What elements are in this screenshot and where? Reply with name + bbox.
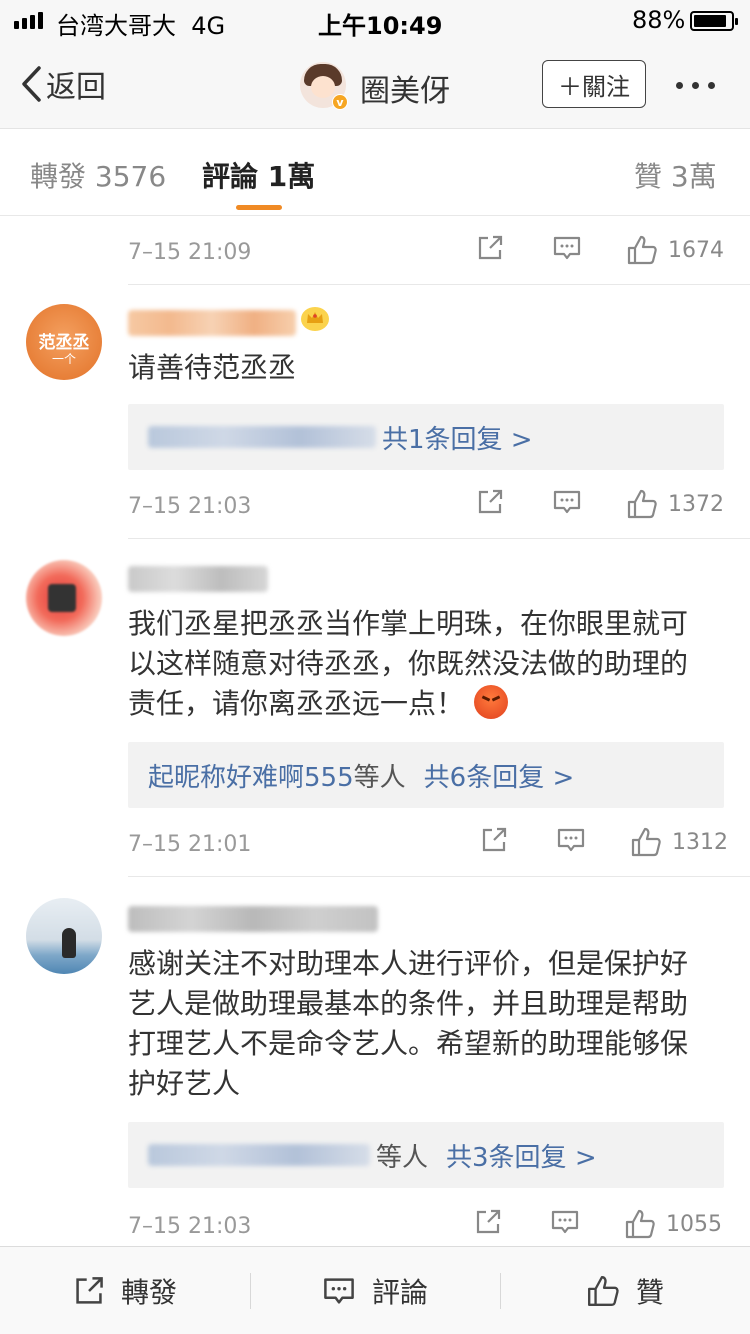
share-button[interactable] [474, 1208, 502, 1236]
nav-bar: 返回 v 圈美伢 ＋關注 [0, 40, 750, 128]
reply-preview[interactable]: 等人 共3条回复 > [128, 1122, 724, 1188]
like-count: 1055 [666, 1211, 722, 1237]
like-count: 1674 [668, 237, 724, 263]
verified-badge-icon: v [332, 94, 348, 110]
like-button[interactable]: 贊 [500, 1247, 750, 1334]
crown-icon [301, 307, 329, 331]
comment-list: 7–15 21:09 1674 范丞丞 一个 请善待范丞丞 共1条回复 > 7–… [0, 216, 750, 1246]
comment-button[interactable] [550, 1208, 580, 1236]
reply-preview[interactable]: 共1条回复 > [128, 404, 724, 470]
back-label: 返回 [46, 70, 106, 105]
divider [128, 876, 750, 877]
comment-meta: 7–15 21:03 1372 [128, 488, 728, 528]
reply-count[interactable]: 共6条回复 > [424, 757, 575, 794]
comment-button[interactable] [556, 826, 586, 854]
comment-text: 请善待范丞丞 [128, 351, 297, 384]
share-icon [482, 827, 507, 852]
status-time: 上午10:49 [318, 12, 443, 40]
comment-button[interactable]: 評論 [250, 1247, 500, 1334]
comment-date: 7–15 21:01 [128, 832, 252, 857]
carrier-label: 台湾大哥大 4G [56, 12, 226, 40]
avatar[interactable] [26, 898, 102, 974]
thumbs-up-icon [625, 1209, 655, 1239]
comment-button[interactable] [552, 234, 582, 262]
comment-date: 7–15 21:09 [128, 240, 252, 265]
share-button[interactable] [476, 234, 504, 262]
divider [128, 284, 750, 285]
comment-text: 感谢关注不对助理本人进行评价，但是保护好艺人是做助理最基本的条件，并且助理是帮助… [128, 947, 689, 1100]
reply-usernames [148, 1144, 370, 1166]
comment-icon [551, 1210, 579, 1234]
back-button[interactable]: 返回 [20, 62, 106, 106]
reply-count[interactable]: 共3条回复 > [446, 1137, 597, 1174]
thumbs-up-icon [627, 489, 657, 519]
like-count: 1312 [672, 829, 728, 855]
share-icon [476, 1209, 501, 1234]
network-label: 4G [191, 12, 226, 40]
like-label: 贊 [635, 1276, 664, 1309]
share-icon [478, 489, 503, 514]
divider [128, 538, 750, 539]
tab-indicator [236, 205, 282, 210]
reply-username[interactable]: 起昵称好难啊555等人 [148, 757, 406, 794]
tab-comments[interactable]: 評論 1萬 [202, 155, 315, 195]
like-button[interactable]: 1055 [624, 1208, 722, 1240]
comment-icon [557, 828, 585, 852]
share-button[interactable] [476, 488, 504, 516]
thumbs-up-icon [588, 1276, 619, 1306]
avatar[interactable]: 范丞丞 一个 [26, 304, 102, 380]
comment-meta: 7–15 21:03 1055 [128, 1208, 728, 1246]
signal-icon [14, 12, 43, 29]
chevron-left-icon [22, 66, 41, 102]
comment-icon [324, 1278, 354, 1304]
reply-preview[interactable]: 起昵称好难啊555等人 共6条回复 > [128, 742, 724, 808]
comment-meta: 7–15 21:09 1674 [128, 234, 728, 274]
comment-date: 7–15 21:03 [128, 494, 252, 519]
status-bar: 台湾大哥大 4G 上午10:49 88% [0, 0, 750, 40]
comment-icon [553, 490, 581, 514]
avatar[interactable] [26, 560, 102, 636]
angry-emoji-icon [474, 685, 509, 719]
more-icon[interactable] [676, 82, 715, 89]
repost-button[interactable]: 轉發 [0, 1247, 250, 1334]
comment-icon [553, 236, 581, 260]
thumbs-up-icon [631, 827, 661, 857]
like-button[interactable]: 1372 [626, 488, 724, 520]
username[interactable] [128, 906, 378, 932]
reply-suffix: 等人 [376, 1142, 429, 1173]
tab-likes[interactable]: 贊 3萬 [634, 155, 717, 195]
share-icon [76, 1277, 103, 1304]
reply-count[interactable]: 共1条回复 > [382, 419, 533, 456]
follow-button[interactable]: ＋關注 [542, 60, 646, 108]
thumbs-up-icon [627, 235, 657, 265]
page-title[interactable]: 圈美伢 [360, 66, 450, 110]
battery-icon [690, 11, 738, 31]
comment-text: 我们丞星把丞丞当作掌上明珠，在你眼里就可以这样随意对待丞丞，你既然没法做的助理的… [128, 607, 689, 720]
tab-repost[interactable]: 轉發 3576 [30, 155, 166, 195]
tab-bar: 轉發 3576 評論 1萬 贊 3萬 [0, 128, 750, 216]
comment-button[interactable] [552, 488, 582, 516]
username[interactable] [128, 566, 268, 592]
like-button[interactable]: 1674 [626, 234, 724, 266]
comment-date: 7–15 21:03 [128, 1214, 252, 1239]
comment-meta: 7–15 21:01 1312 [128, 826, 728, 866]
share-button[interactable] [480, 826, 508, 854]
share-icon [478, 235, 503, 260]
bottom-action-bar: 轉發 評論 贊 [0, 1246, 750, 1334]
reply-usernames [148, 426, 376, 448]
like-count: 1372 [668, 491, 724, 517]
username[interactable] [128, 310, 296, 336]
repost-label: 轉發 [120, 1276, 177, 1309]
like-button[interactable]: 1312 [630, 826, 728, 858]
comment-label: 評論 [371, 1276, 428, 1309]
battery-percent: 88% [632, 6, 686, 34]
